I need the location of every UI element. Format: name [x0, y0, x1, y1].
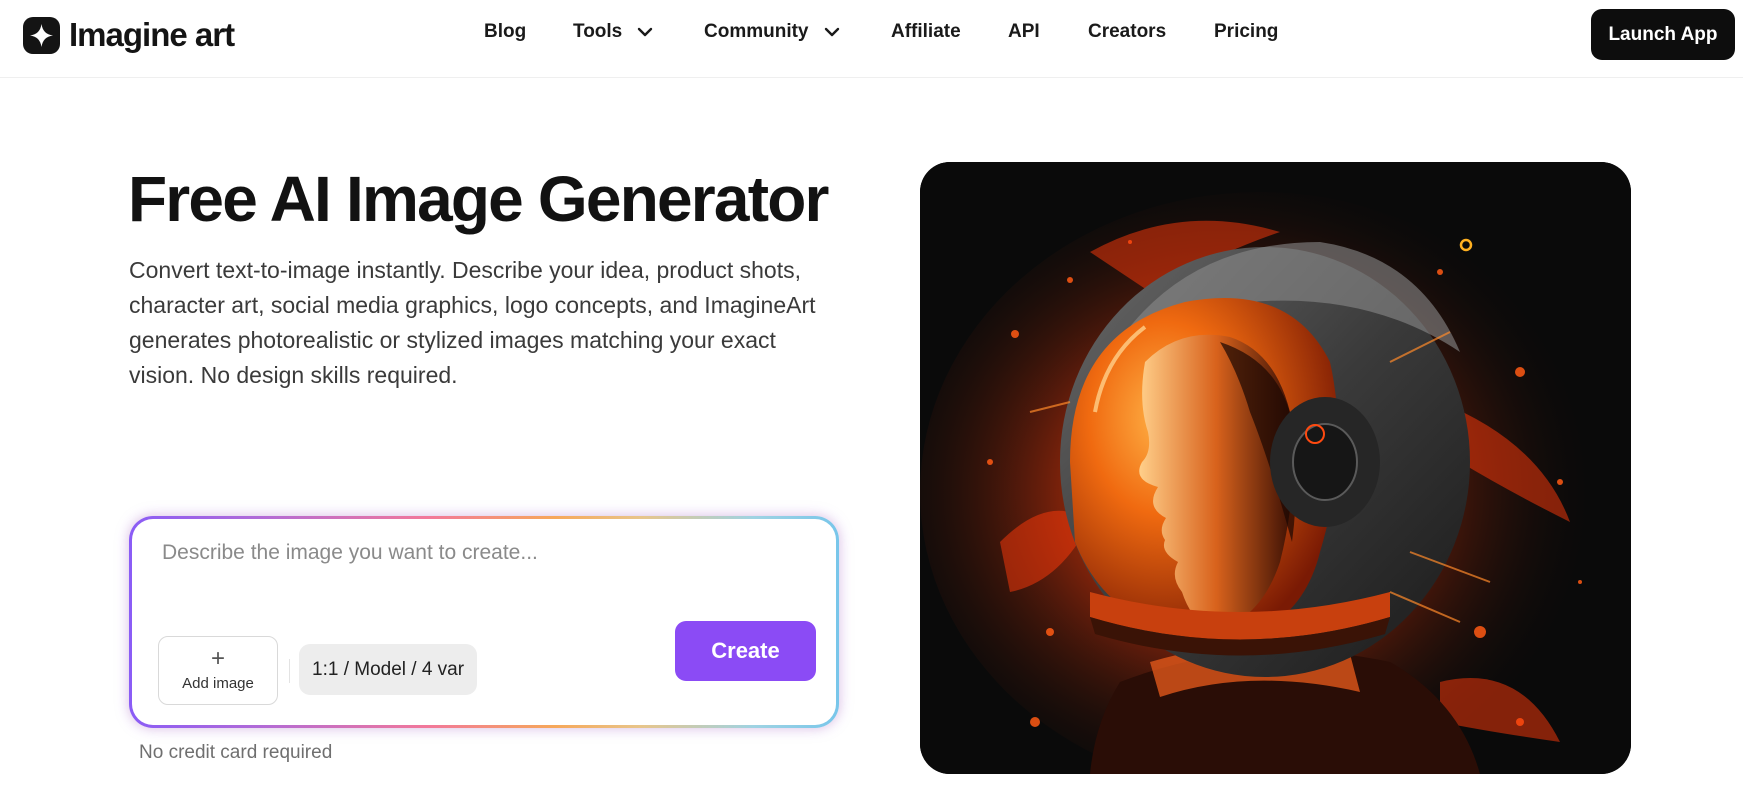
nav-item-creators[interactable]: Creators [1088, 21, 1166, 43]
generation-settings-button[interactable]: 1:1 / Model / 4 var [299, 644, 478, 695]
nav-item-community[interactable]: Community [704, 21, 841, 43]
prompt-box-inner: + Add image 1:1 / Model / 4 var Create [132, 519, 836, 725]
nav-item-label: Blog [484, 21, 527, 42]
nav-item-api[interactable]: API [1008, 21, 1040, 43]
chevron-down-icon [824, 27, 839, 37]
prompt-input[interactable] [162, 541, 802, 601]
sparkle-logo-icon [23, 16, 60, 54]
add-image-button[interactable]: + Add image [158, 636, 278, 705]
plus-icon: + [210, 645, 225, 672]
nav-item-tools[interactable]: Tools [573, 21, 654, 43]
nav-item-label: Tools [573, 21, 623, 42]
nav-item-blog[interactable]: Blog [484, 21, 526, 43]
brand-name: Imagine art [69, 16, 235, 53]
hero-description: Convert text-to-image instantly. Describ… [129, 257, 816, 388]
brand-logo[interactable]: Imagine art [23, 15, 235, 55]
nav-item-affiliate[interactable]: Affiliate [891, 21, 961, 43]
add-image-label: Add image [182, 675, 254, 692]
nav-item-pricing[interactable]: Pricing [1214, 21, 1278, 43]
top-nav: Imagine art Blog Tools Community Affilia… [0, 0, 1743, 78]
launch-app-button[interactable]: Launch App [1591, 9, 1735, 60]
nav-item-label: Pricing [1214, 21, 1279, 42]
page-title: Free AI Image Generator [128, 163, 829, 235]
nav-item-label: Creators [1088, 21, 1167, 42]
hero-image-astronaut [920, 162, 1631, 774]
chevron-down-icon [638, 27, 653, 37]
prompt-box: + Add image 1:1 / Model / 4 var Create [129, 516, 839, 728]
nav-item-label: API [1008, 21, 1040, 42]
create-button[interactable]: Create [675, 621, 816, 681]
divider [289, 659, 290, 683]
no-credit-card-note: No credit card required [139, 742, 333, 763]
nav-item-label: Affiliate [891, 21, 961, 42]
nav-item-label: Community [704, 21, 809, 42]
